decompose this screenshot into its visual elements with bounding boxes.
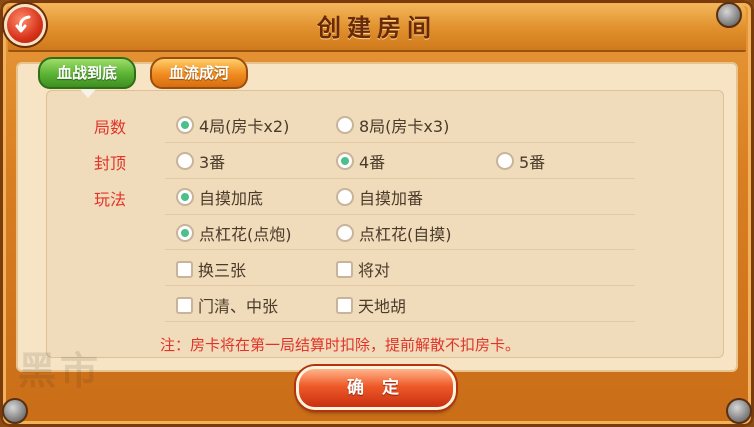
rules-label: 玩法 [93,190,126,209]
rule-diangang-dianpao[interactable]: 点杠花(点炮) [176,221,292,245]
option-label: 点杠花(点炮) [199,225,292,244]
watermark: 黑市 [18,349,103,393]
checkbox-icon [176,260,193,278]
cap-label: 封顶 [93,154,126,173]
rule-diangang-zimo[interactable]: 点杠花(自摸) [336,221,452,245]
option-label: 换三张 [198,261,247,280]
radio-icon [496,152,514,170]
option-label: 3番 [199,153,226,172]
room-card-note: 注：房卡将在第一局结算时扣除，提前解散不扣房卡。 [160,336,521,354]
radio-icon [336,116,354,134]
back-arrow-icon [15,15,31,33]
option-label: 4番 [359,153,386,172]
radio-icon [336,188,354,206]
corner-rivet-icon [716,2,742,28]
tab-xuezhan[interactable]: 血战到底 [38,57,136,98]
option-label: 自摸加番 [359,189,424,208]
option-label: 点杠花(自摸) [359,225,452,244]
rule-huansanzhang[interactable]: 换三张 [176,257,246,281]
tab-pointer-icon [80,89,96,98]
checkbox-icon [176,296,193,314]
radio-icon [176,152,194,170]
tab-xueliu[interactable]: 血流成河 [150,57,248,89]
cap-option-5[interactable]: 5番 [496,149,545,173]
option-label: 门清、中张 [198,297,279,316]
tab-label: 血流成河 [168,64,229,82]
radio-selected-icon [176,224,194,242]
option-label: 天地胡 [358,297,407,316]
cap-option-4[interactable]: 4番 [336,149,385,173]
option-label: 将对 [358,261,391,280]
option-label: 8局(房卡x3) [359,117,450,136]
rule-menqing-zhongzhang[interactable]: 门清、中张 [176,293,278,317]
radio-icon [336,224,354,242]
tab-label: 血战到底 [56,64,117,82]
checkbox-icon [336,260,353,278]
cap-option-3[interactable]: 3番 [176,149,225,173]
checkbox-icon [336,296,353,314]
radio-selected-icon [176,188,194,206]
corner-rivet-icon [2,398,28,424]
option-label: 4局(房卡x2) [199,117,290,136]
divider [165,249,635,250]
rounds-label: 局数 [93,118,126,137]
confirm-button[interactable]: 确 定 [296,366,456,410]
divider [165,142,635,143]
rule-zimo-jiafan[interactable]: 自摸加番 [336,185,423,209]
divider [165,214,635,215]
divider [165,285,635,286]
back-button[interactable] [4,4,46,46]
option-label: 5番 [519,153,546,172]
radio-selected-icon [336,152,354,170]
divider [165,178,635,179]
rule-zimo-jiadi[interactable]: 自摸加底 [176,185,263,209]
option-label: 自摸加底 [199,189,264,208]
dialog-title: 创建房间 [317,14,437,42]
rule-jiangdui[interactable]: 将对 [336,257,390,281]
divider [165,321,635,322]
radio-selected-icon [176,116,194,134]
rule-tiandihu[interactable]: 天地胡 [336,293,406,317]
corner-rivet-icon [726,398,752,424]
rounds-option-4[interactable]: 4局(房卡x2) [176,113,289,137]
rounds-option-8[interactable]: 8局(房卡x3) [336,113,449,137]
